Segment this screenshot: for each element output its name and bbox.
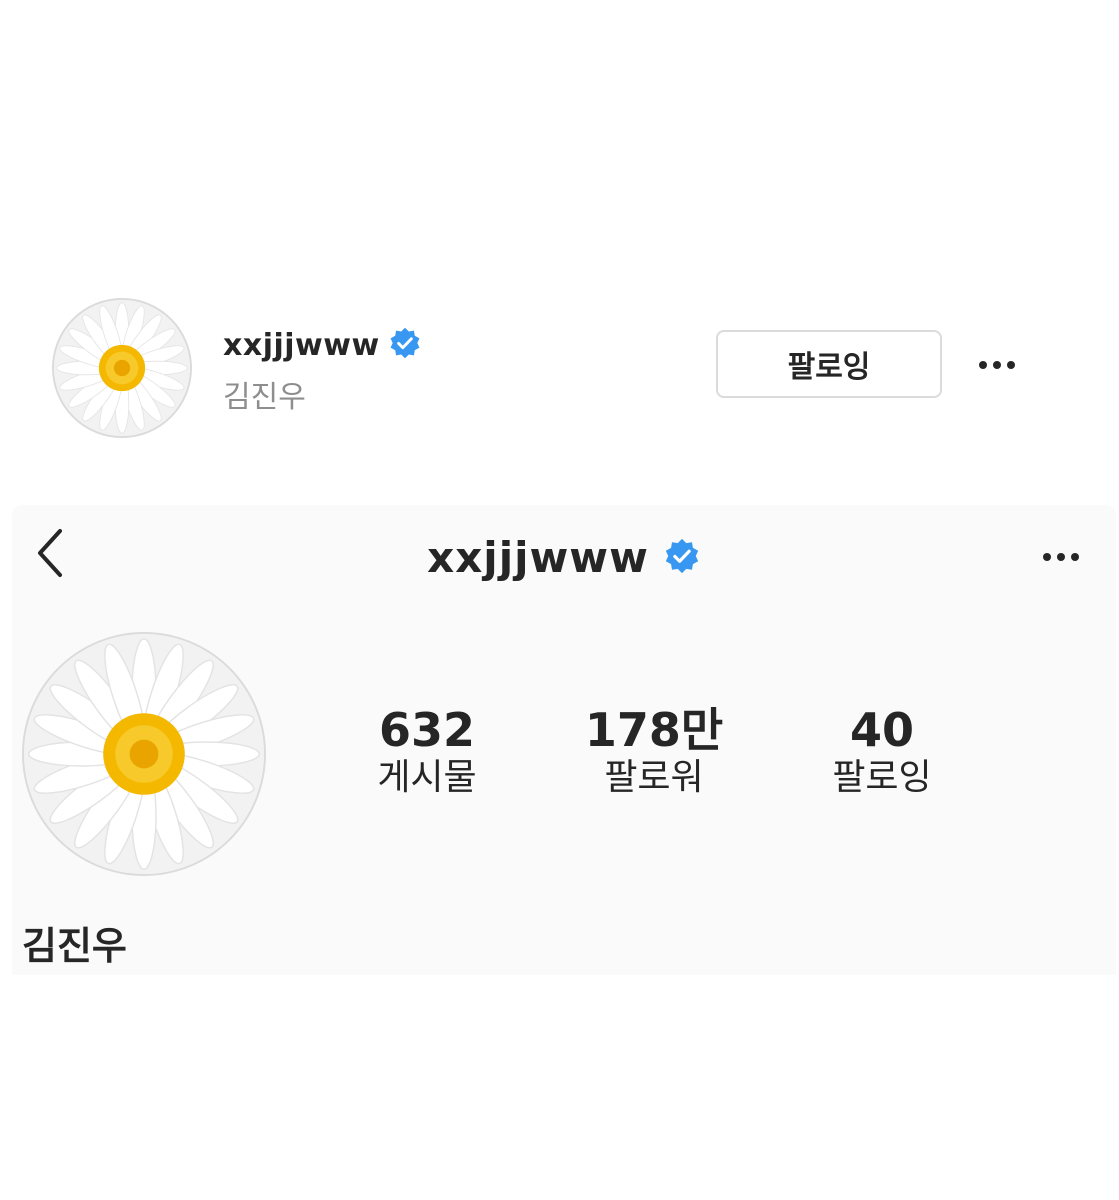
profile-avatar-large[interactable]	[22, 632, 266, 876]
more-options-icon[interactable]	[979, 361, 1015, 369]
username[interactable]: xxjjjwww	[223, 328, 380, 363]
stat-followers-count: 178만	[584, 703, 724, 757]
stat-following-count: 40	[849, 703, 914, 757]
stat-followers[interactable]: 178만 팔로워	[554, 705, 754, 799]
verified-badge-icon	[663, 537, 701, 579]
stat-posts-label: 게시물	[377, 756, 477, 798]
profile-panel: xxjjjwww 632 게시물 178만 팔로워 40 팔로잉 김진우	[12, 505, 1116, 975]
stat-followers-label: 팔로워	[604, 756, 704, 798]
stat-posts[interactable]: 632 게시물	[327, 705, 527, 799]
more-options-icon[interactable]	[1043, 553, 1079, 561]
daisy-avatar-image	[24, 634, 264, 874]
profile-full-name: 김진우	[22, 924, 127, 968]
daisy-avatar-image	[54, 300, 190, 436]
stat-posts-count: 632	[378, 703, 476, 757]
header-title: xxjjjwww	[12, 533, 1116, 582]
top-username-row: xxjjjwww	[223, 326, 422, 364]
full-name: 김진우	[223, 380, 306, 415]
stat-following[interactable]: 40 팔로잉	[782, 705, 982, 799]
verified-badge-icon	[388, 326, 422, 364]
stat-following-label: 팔로잉	[832, 756, 932, 798]
header-username: xxjjjwww	[427, 533, 649, 582]
profile-avatar[interactable]	[52, 298, 192, 438]
following-button[interactable]: 팔로잉	[716, 330, 942, 398]
